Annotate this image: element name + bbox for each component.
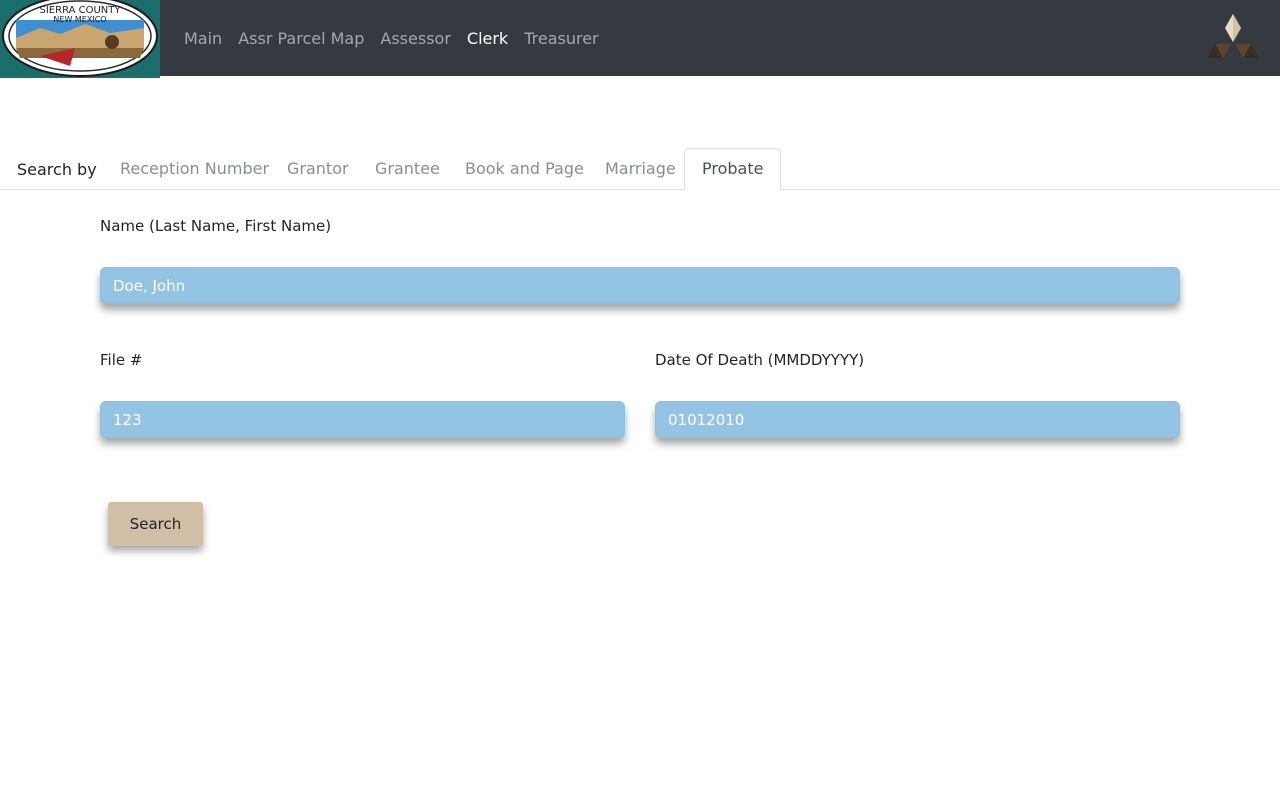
tab-reception-number[interactable]: Reception Number bbox=[103, 148, 286, 190]
date-of-death-label: Date Of Death (MMDDYYYY) bbox=[655, 351, 865, 369]
tab-grantor[interactable]: Grantor bbox=[270, 148, 366, 190]
svg-text:NEW MEXICO: NEW MEXICO bbox=[53, 15, 106, 24]
name-label: Name (Last Name, First Name) bbox=[100, 217, 332, 235]
date-of-death-input[interactable] bbox=[655, 401, 1180, 438]
tab-probate[interactable]: Probate bbox=[684, 148, 782, 191]
search-tabs: Search by Reception Number Grantor Grant… bbox=[0, 148, 1280, 191]
nav-link-assr-parcel-map[interactable]: Assr Parcel Map bbox=[230, 29, 372, 48]
brand-diamond-icon[interactable] bbox=[1204, 12, 1262, 62]
file-number-label: File # bbox=[100, 351, 143, 369]
name-input[interactable] bbox=[100, 267, 1180, 304]
nav-link-main[interactable]: Main bbox=[176, 29, 230, 48]
nav-link-treasurer[interactable]: Treasurer bbox=[516, 29, 606, 48]
county-seal-icon: SIERRA COUNTY NEW MEXICO bbox=[2, 0, 158, 77]
nav-link-assessor[interactable]: Assessor bbox=[372, 29, 459, 48]
top-navbar: SIERRA COUNTY NEW MEXICO Main Assr Parce… bbox=[0, 0, 1280, 78]
main-nav: Main Assr Parcel Map Assessor Clerk Trea… bbox=[176, 0, 607, 76]
tab-book-and-page[interactable]: Book and Page bbox=[448, 148, 601, 190]
county-seal-logo[interactable]: SIERRA COUNTY NEW MEXICO bbox=[0, 0, 160, 78]
file-number-input[interactable] bbox=[100, 401, 625, 438]
search-by-label: Search by bbox=[17, 160, 97, 179]
nav-link-clerk[interactable]: Clerk bbox=[459, 29, 516, 48]
tab-marriage[interactable]: Marriage bbox=[588, 148, 693, 190]
search-button[interactable]: Search bbox=[108, 502, 203, 546]
tab-grantee[interactable]: Grantee bbox=[358, 148, 457, 190]
